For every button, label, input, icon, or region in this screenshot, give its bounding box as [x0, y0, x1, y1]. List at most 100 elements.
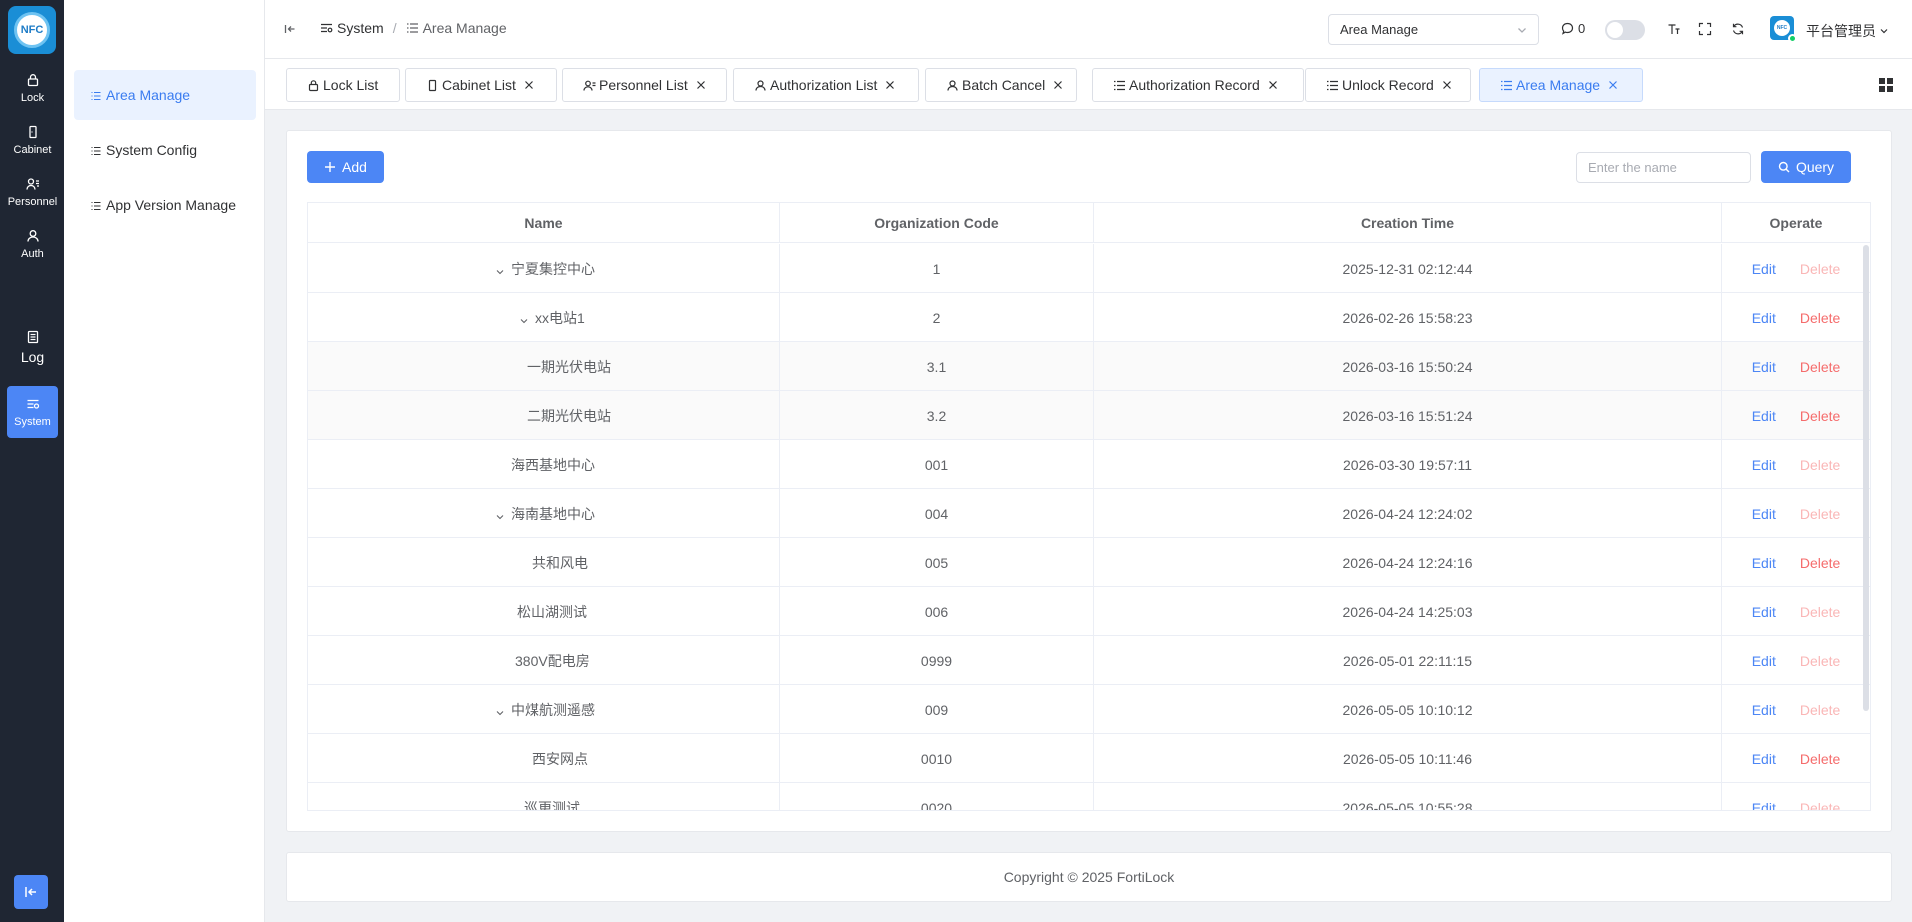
fold-menu-icon[interactable] — [283, 22, 297, 36]
table-row: 西安网点 0010 2026-05-05 10:11:46 Edit Delete — [308, 734, 1870, 783]
area-table: Name Organization Code Creation Time Ope… — [307, 202, 1871, 811]
rail-item-log[interactable]: Log — [7, 321, 58, 373]
delete-button[interactable]: Delete — [1800, 751, 1840, 767]
delete-button[interactable]: Delete — [1800, 310, 1840, 326]
edit-button[interactable]: Edit — [1752, 702, 1776, 718]
edit-button[interactable]: Edit — [1752, 310, 1776, 326]
close-icon[interactable] — [1441, 79, 1453, 91]
close-icon[interactable] — [1267, 79, 1279, 91]
submenu-item-system-config[interactable]: System Config — [74, 125, 256, 175]
refresh-button[interactable] — [1730, 21, 1746, 37]
add-button[interactable]: Add — [307, 151, 384, 183]
edit-button[interactable]: Edit — [1752, 800, 1776, 811]
edit-button[interactable]: Edit — [1752, 751, 1776, 767]
rail-label-cabinet: Cabinet — [13, 143, 52, 156]
query-button[interactable]: Query — [1761, 151, 1851, 183]
rail-item-personnel[interactable]: Personnel — [7, 166, 58, 218]
cell-name: 松山湖测试 — [308, 587, 780, 636]
cell-operate: Edit Delete — [1722, 293, 1870, 342]
edit-button[interactable]: Edit — [1752, 604, 1776, 620]
tab-authorization-record[interactable]: Authorization Record — [1092, 68, 1304, 102]
column-header-org-code: Organization Code — [780, 203, 1094, 243]
rail-item-cabinet[interactable]: Cabinet — [7, 114, 58, 166]
cell-org-code: 0999 — [780, 636, 1094, 685]
message-button[interactable]: 0 — [1561, 21, 1585, 36]
cell-operate: Edit Delete — [1722, 734, 1870, 783]
column-header-name: Name — [308, 203, 780, 243]
area-select[interactable]: Area Manage — [1328, 14, 1539, 45]
tab-label: Personnel List — [599, 77, 688, 93]
cell-creation-time: 2026-03-30 19:57:11 — [1094, 440, 1722, 489]
sidebar-collapse-button[interactable] — [14, 875, 48, 909]
edit-button[interactable]: Edit — [1752, 506, 1776, 522]
edit-button[interactable]: Edit — [1752, 555, 1776, 571]
area-name: 中煤航测遥感 — [511, 701, 595, 718]
tab-unlock-record[interactable]: Unlock Record — [1305, 68, 1471, 102]
close-icon[interactable] — [523, 79, 535, 91]
chevron-down-icon[interactable] — [519, 313, 529, 324]
close-icon[interactable] — [1052, 79, 1064, 91]
close-icon[interactable] — [1607, 79, 1619, 91]
delete-button: Delete — [1799, 603, 1841, 620]
refresh-icon — [1732, 23, 1744, 35]
theme-toggle[interactable] — [1605, 20, 1645, 40]
chevron-down-icon[interactable] — [495, 509, 505, 520]
area-select-value: Area Manage — [1340, 22, 1419, 37]
font-size-button[interactable] — [1666, 21, 1682, 37]
table-row: 一期光伏电站 3.1 2026-03-16 15:50:24 Edit Delete — [308, 342, 1870, 391]
cell-org-code: 006 — [780, 587, 1094, 636]
chevron-down-icon — [1880, 29, 1888, 34]
submenu-item-area-manage[interactable]: Area Manage — [74, 70, 256, 120]
chevron-down-icon[interactable] — [495, 264, 505, 275]
tab-batch-cancel[interactable]: Batch Cancel — [925, 68, 1077, 102]
tab-cabinet-list[interactable]: Cabinet List — [405, 68, 557, 102]
close-icon[interactable] — [695, 79, 707, 91]
tab-authorization-list[interactable]: Authorization List — [733, 68, 919, 102]
message-count: 0 — [1578, 21, 1586, 36]
list-icon — [91, 146, 101, 155]
grid-menu-icon[interactable] — [1878, 77, 1894, 93]
close-icon[interactable] — [884, 79, 896, 91]
delete-button: Delete — [1799, 701, 1841, 718]
table-row: 共和风电 005 2026-04-24 12:24:16 Edit Delete — [308, 538, 1870, 587]
delete-button[interactable]: Delete — [1800, 555, 1840, 571]
name-search-input[interactable] — [1576, 152, 1751, 183]
area-name: 共和风电 — [532, 554, 588, 571]
cell-org-code: 3.2 — [780, 391, 1094, 440]
rail-item-lock[interactable]: Lock — [7, 62, 58, 114]
edit-button[interactable]: Edit — [1752, 359, 1776, 375]
cabinet-icon — [28, 125, 37, 138]
delete-button[interactable]: Delete — [1800, 408, 1840, 424]
cell-name: 巡更测试 — [308, 783, 780, 810]
edit-button[interactable]: Edit — [1752, 408, 1776, 424]
table-row: xx电站1 2 2026-02-26 15:58:23 Edit Delete — [308, 293, 1870, 342]
edit-button[interactable]: Edit — [1752, 653, 1776, 669]
logo-text: NFC — [14, 12, 50, 48]
cell-operate: Edit Delete — [1722, 489, 1870, 538]
top-bar: System / Area Manage Area Manage 0 NFC 平… — [265, 0, 1912, 59]
delete-button[interactable]: Delete — [1800, 359, 1840, 375]
tab-personnel-list[interactable]: Personnel List — [562, 68, 727, 102]
cell-creation-time: 2026-03-16 15:51:24 — [1094, 391, 1722, 440]
edit-button[interactable]: Edit — [1752, 457, 1776, 473]
edit-button[interactable]: Edit — [1752, 261, 1776, 277]
table-scrollbar[interactable] — [1863, 245, 1869, 711]
tab-area-manage[interactable]: Area Manage — [1479, 68, 1643, 102]
delete-button: Delete — [1799, 652, 1841, 669]
area-name: 海西基地中心 — [511, 456, 595, 473]
fullscreen-button[interactable] — [1697, 21, 1713, 37]
cell-creation-time: 2026-05-05 10:10:12 — [1094, 685, 1722, 734]
rail-item-system[interactable]: System — [7, 386, 58, 438]
tab-lock-list[interactable]: Lock List — [286, 68, 400, 102]
rail-label-personnel: Personnel — [7, 195, 58, 208]
user-menu[interactable]: 平台管理员 — [1806, 21, 1889, 41]
breadcrumb-system[interactable]: System — [337, 20, 384, 36]
rail-item-auth[interactable]: Auth — [7, 218, 58, 270]
auth-icon — [754, 79, 767, 92]
cell-name: 380V配电房 — [308, 636, 780, 685]
submenu-item-app-version[interactable]: App Version Manage — [74, 180, 256, 230]
chevron-down-icon[interactable] — [495, 705, 505, 716]
font-size-icon — [1668, 24, 1680, 34]
table-row: 巡更测试 0020 2026-05-05 10:55:28 Edit Delete — [308, 783, 1870, 811]
delete-button: Delete — [1799, 505, 1841, 522]
